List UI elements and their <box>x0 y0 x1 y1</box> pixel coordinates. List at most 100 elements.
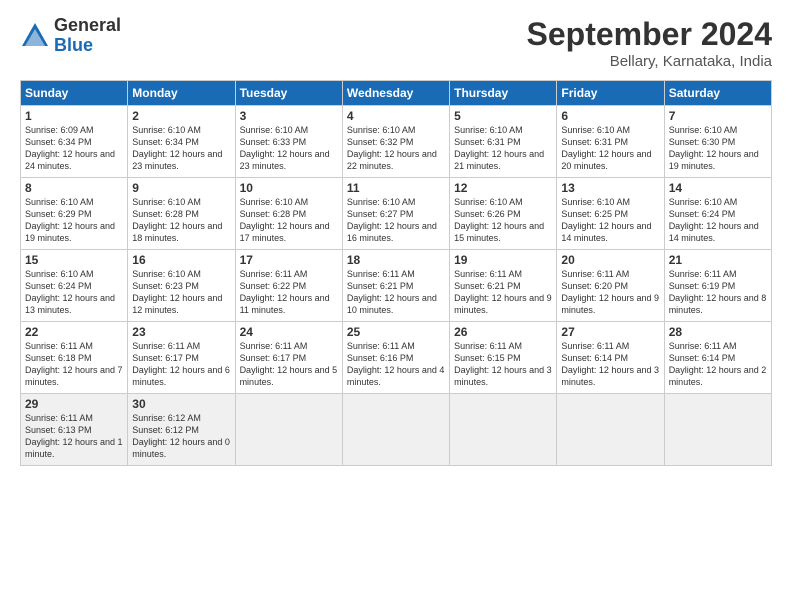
cell-info: Sunrise: 6:10 AMSunset: 6:34 PMDaylight:… <box>132 124 230 173</box>
day-number: 22 <box>25 325 123 339</box>
table-row <box>342 394 449 466</box>
table-row: 7Sunrise: 6:10 AMSunset: 6:30 PMDaylight… <box>664 106 771 178</box>
table-row: 2Sunrise: 6:10 AMSunset: 6:34 PMDaylight… <box>128 106 235 178</box>
day-number: 25 <box>347 325 445 339</box>
table-row: 19Sunrise: 6:11 AMSunset: 6:21 PMDayligh… <box>450 250 557 322</box>
day-number: 13 <box>561 181 659 195</box>
col-monday: Monday <box>128 81 235 106</box>
day-number: 19 <box>454 253 552 267</box>
cell-info: Sunrise: 6:10 AMSunset: 6:26 PMDaylight:… <box>454 196 552 245</box>
table-row: 26Sunrise: 6:11 AMSunset: 6:15 PMDayligh… <box>450 322 557 394</box>
cell-info: Sunrise: 6:10 AMSunset: 6:28 PMDaylight:… <box>132 196 230 245</box>
cell-info: Sunrise: 6:11 AMSunset: 6:17 PMDaylight:… <box>132 340 230 389</box>
table-row: 8Sunrise: 6:10 AMSunset: 6:29 PMDaylight… <box>21 178 128 250</box>
cell-info: Sunrise: 6:10 AMSunset: 6:23 PMDaylight:… <box>132 268 230 317</box>
logo-icon <box>20 21 50 51</box>
cell-info: Sunrise: 6:10 AMSunset: 6:24 PMDaylight:… <box>669 196 767 245</box>
cell-info: Sunrise: 6:10 AMSunset: 6:29 PMDaylight:… <box>25 196 123 245</box>
table-row: 28Sunrise: 6:11 AMSunset: 6:14 PMDayligh… <box>664 322 771 394</box>
table-row <box>557 394 664 466</box>
table-row: 22Sunrise: 6:11 AMSunset: 6:18 PMDayligh… <box>21 322 128 394</box>
day-number: 11 <box>347 181 445 195</box>
table-row: 12Sunrise: 6:10 AMSunset: 6:26 PMDayligh… <box>450 178 557 250</box>
col-friday: Friday <box>557 81 664 106</box>
day-number: 16 <box>132 253 230 267</box>
location: Bellary, Karnataka, India <box>527 53 772 70</box>
table-row: 11Sunrise: 6:10 AMSunset: 6:27 PMDayligh… <box>342 178 449 250</box>
cell-info: Sunrise: 6:11 AMSunset: 6:22 PMDaylight:… <box>240 268 338 317</box>
cell-info: Sunrise: 6:11 AMSunset: 6:14 PMDaylight:… <box>561 340 659 389</box>
cell-info: Sunrise: 6:11 AMSunset: 6:13 PMDaylight:… <box>25 412 123 461</box>
cell-info: Sunrise: 6:11 AMSunset: 6:16 PMDaylight:… <box>347 340 445 389</box>
day-number: 18 <box>347 253 445 267</box>
cell-info: Sunrise: 6:10 AMSunset: 6:24 PMDaylight:… <box>25 268 123 317</box>
table-row <box>235 394 342 466</box>
logo-general: General <box>54 16 121 36</box>
day-number: 1 <box>25 109 123 123</box>
cell-info: Sunrise: 6:10 AMSunset: 6:30 PMDaylight:… <box>669 124 767 173</box>
day-number: 10 <box>240 181 338 195</box>
table-row: 15Sunrise: 6:10 AMSunset: 6:24 PMDayligh… <box>21 250 128 322</box>
day-number: 24 <box>240 325 338 339</box>
table-row: 20Sunrise: 6:11 AMSunset: 6:20 PMDayligh… <box>557 250 664 322</box>
cell-info: Sunrise: 6:11 AMSunset: 6:14 PMDaylight:… <box>669 340 767 389</box>
month-title: September 2024 <box>527 16 772 53</box>
calendar-table: Sunday Monday Tuesday Wednesday Thursday… <box>20 80 772 466</box>
day-number: 5 <box>454 109 552 123</box>
table-row: 24Sunrise: 6:11 AMSunset: 6:17 PMDayligh… <box>235 322 342 394</box>
logo-blue: Blue <box>54 36 121 56</box>
table-row: 29Sunrise: 6:11 AMSunset: 6:13 PMDayligh… <box>21 394 128 466</box>
table-row: 1Sunrise: 6:09 AMSunset: 6:34 PMDaylight… <box>21 106 128 178</box>
day-number: 26 <box>454 325 552 339</box>
cell-info: Sunrise: 6:10 AMSunset: 6:28 PMDaylight:… <box>240 196 338 245</box>
day-number: 8 <box>25 181 123 195</box>
cell-info: Sunrise: 6:11 AMSunset: 6:15 PMDaylight:… <box>454 340 552 389</box>
cell-info: Sunrise: 6:11 AMSunset: 6:19 PMDaylight:… <box>669 268 767 317</box>
day-number: 28 <box>669 325 767 339</box>
day-number: 15 <box>25 253 123 267</box>
table-row: 23Sunrise: 6:11 AMSunset: 6:17 PMDayligh… <box>128 322 235 394</box>
table-row: 25Sunrise: 6:11 AMSunset: 6:16 PMDayligh… <box>342 322 449 394</box>
cell-info: Sunrise: 6:11 AMSunset: 6:21 PMDaylight:… <box>347 268 445 317</box>
day-number: 7 <box>669 109 767 123</box>
cell-info: Sunrise: 6:09 AMSunset: 6:34 PMDaylight:… <box>25 124 123 173</box>
day-number: 23 <box>132 325 230 339</box>
cell-info: Sunrise: 6:10 AMSunset: 6:33 PMDaylight:… <box>240 124 338 173</box>
title-area: September 2024 Bellary, Karnataka, India <box>527 16 772 70</box>
table-row: 17Sunrise: 6:11 AMSunset: 6:22 PMDayligh… <box>235 250 342 322</box>
table-row: 4Sunrise: 6:10 AMSunset: 6:32 PMDaylight… <box>342 106 449 178</box>
day-number: 4 <box>347 109 445 123</box>
table-row: 27Sunrise: 6:11 AMSunset: 6:14 PMDayligh… <box>557 322 664 394</box>
table-row: 30Sunrise: 6:12 AMSunset: 6:12 PMDayligh… <box>128 394 235 466</box>
cell-info: Sunrise: 6:10 AMSunset: 6:27 PMDaylight:… <box>347 196 445 245</box>
day-number: 2 <box>132 109 230 123</box>
table-row: 18Sunrise: 6:11 AMSunset: 6:21 PMDayligh… <box>342 250 449 322</box>
cell-info: Sunrise: 6:10 AMSunset: 6:32 PMDaylight:… <box>347 124 445 173</box>
logo-text: General Blue <box>54 16 121 56</box>
day-number: 12 <box>454 181 552 195</box>
logo: General Blue <box>20 16 121 56</box>
table-row: 16Sunrise: 6:10 AMSunset: 6:23 PMDayligh… <box>128 250 235 322</box>
cell-info: Sunrise: 6:10 AMSunset: 6:25 PMDaylight:… <box>561 196 659 245</box>
cell-info: Sunrise: 6:10 AMSunset: 6:31 PMDaylight:… <box>561 124 659 173</box>
day-number: 3 <box>240 109 338 123</box>
cell-info: Sunrise: 6:12 AMSunset: 6:12 PMDaylight:… <box>132 412 230 461</box>
table-row: 3Sunrise: 6:10 AMSunset: 6:33 PMDaylight… <box>235 106 342 178</box>
cell-info: Sunrise: 6:11 AMSunset: 6:20 PMDaylight:… <box>561 268 659 317</box>
col-tuesday: Tuesday <box>235 81 342 106</box>
day-number: 29 <box>25 397 123 411</box>
cell-info: Sunrise: 6:11 AMSunset: 6:17 PMDaylight:… <box>240 340 338 389</box>
day-number: 17 <box>240 253 338 267</box>
col-thursday: Thursday <box>450 81 557 106</box>
day-number: 9 <box>132 181 230 195</box>
table-row: 10Sunrise: 6:10 AMSunset: 6:28 PMDayligh… <box>235 178 342 250</box>
page-header: General Blue September 2024 Bellary, Kar… <box>20 16 772 70</box>
table-row: 13Sunrise: 6:10 AMSunset: 6:25 PMDayligh… <box>557 178 664 250</box>
col-sunday: Sunday <box>21 81 128 106</box>
table-row <box>450 394 557 466</box>
cell-info: Sunrise: 6:10 AMSunset: 6:31 PMDaylight:… <box>454 124 552 173</box>
day-number: 6 <box>561 109 659 123</box>
table-row: 9Sunrise: 6:10 AMSunset: 6:28 PMDaylight… <box>128 178 235 250</box>
day-number: 20 <box>561 253 659 267</box>
table-row <box>664 394 771 466</box>
